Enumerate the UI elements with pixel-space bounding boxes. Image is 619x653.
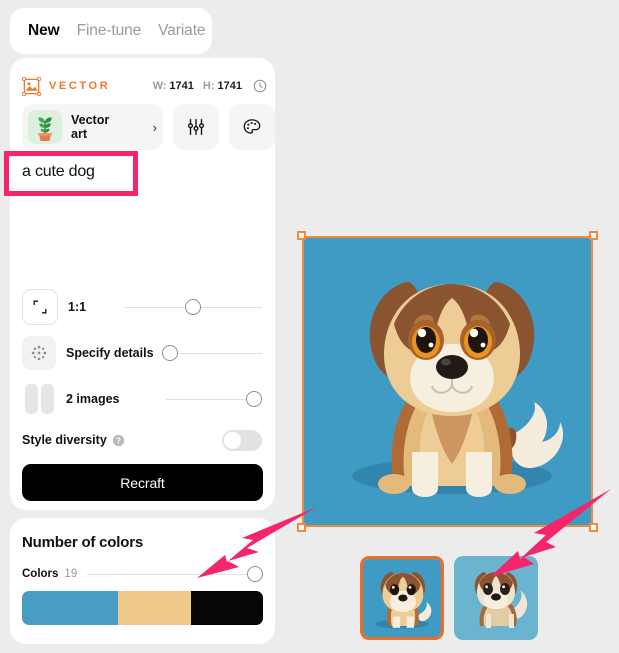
slider-knob[interactable] — [246, 391, 262, 407]
slider-knob[interactable] — [247, 566, 263, 582]
style-diversity-label: Style diversity — [22, 433, 107, 447]
slider-track — [87, 573, 263, 575]
colors-key-label: Colors — [22, 568, 59, 580]
aspect-ratio-icon — [22, 289, 58, 325]
resize-handle-bottom-left[interactable] — [297, 523, 306, 532]
colors-slider[interactable] — [87, 565, 263, 583]
tab-fine-tune[interactable]: Fine-tune — [77, 22, 142, 40]
style-name-label: Vector art — [71, 113, 110, 141]
left-control-panel: New Fine-tune Variate VECTOR W: 1741 H: … — [0, 0, 280, 653]
image-count-slider[interactable] — [165, 390, 262, 408]
height-value: 1741 — [217, 80, 242, 92]
vector-image-icon — [22, 76, 41, 96]
chevron-right-icon: › — [152, 119, 157, 135]
thumbnail-variation-1[interactable] — [360, 556, 444, 640]
aspect-ratio-label: 1:1 — [68, 300, 87, 314]
specify-details-label: Specify details — [66, 346, 154, 360]
colors-slider-row: Colors 19 — [22, 565, 263, 583]
style-thumbnail — [28, 110, 62, 144]
resize-handle-top-left[interactable] — [297, 231, 306, 240]
advanced-settings-button[interactable] — [173, 104, 219, 150]
tab-bar: New Fine-tune Variate — [10, 8, 212, 54]
details-dots-icon — [22, 336, 56, 370]
resize-handle-top-right[interactable] — [589, 231, 598, 240]
image-count-label: 2 images — [66, 392, 120, 406]
sliders-icon — [187, 118, 205, 136]
specify-details-slider[interactable] — [161, 344, 262, 362]
thumbnail-variation-2[interactable] — [454, 556, 538, 640]
help-question-icon[interactable]: ? — [112, 434, 125, 447]
option-row-aspect-ratio: 1:1 — [22, 289, 262, 325]
tab-variate[interactable]: Variate — [158, 22, 205, 40]
generated-image[interactable] — [302, 236, 593, 527]
prompt-input[interactable]: a cute dog — [22, 163, 95, 181]
option-row-image-count: 2 images — [22, 382, 262, 416]
style-diversity-toggle[interactable] — [222, 429, 262, 451]
color-palette-bar[interactable] — [22, 591, 263, 625]
colors-value: 19 — [64, 568, 78, 580]
resize-handle-bottom-right[interactable] — [589, 523, 598, 532]
image-dimensions: W: 1741 H: 1741 — [153, 79, 267, 93]
slider-knob[interactable] — [184, 299, 201, 315]
mode-header-row: VECTOR W: 1741 H: 1741 — [22, 75, 267, 97]
style-selector-row: Vector art › — [22, 104, 275, 150]
mode-label: VECTOR — [49, 80, 111, 92]
height-key: H: — [202, 80, 215, 92]
svg-text:?: ? — [116, 436, 121, 445]
style-diversity-row: Style diversity ? — [22, 428, 262, 452]
style-selector-button[interactable]: Vector art › — [22, 104, 163, 150]
palette-icon — [243, 119, 261, 134]
number-of-colors-title: Number of colors — [22, 534, 143, 551]
aspect-ratio-slider[interactable] — [124, 298, 262, 316]
slider-knob[interactable] — [161, 345, 178, 361]
thumbnail-strip — [360, 556, 538, 640]
option-row-specify-details: Specify details — [22, 336, 262, 370]
history-clock-icon[interactable] — [253, 79, 267, 93]
palette-swatch-black[interactable] — [190, 591, 263, 625]
palette-swatch-tan[interactable] — [118, 591, 191, 625]
canvas-area — [280, 0, 619, 653]
tab-new[interactable]: New — [28, 22, 60, 40]
recraft-button[interactable]: Recraft — [22, 464, 263, 501]
generated-image-selection[interactable] — [297, 231, 598, 532]
color-palette-button[interactable] — [229, 104, 275, 150]
two-images-icon — [22, 382, 56, 416]
width-key: W: — [152, 80, 167, 92]
potted-plant-icon — [38, 117, 52, 141]
width-value: 1741 — [169, 80, 194, 92]
palette-swatch-blue[interactable] — [22, 591, 119, 625]
